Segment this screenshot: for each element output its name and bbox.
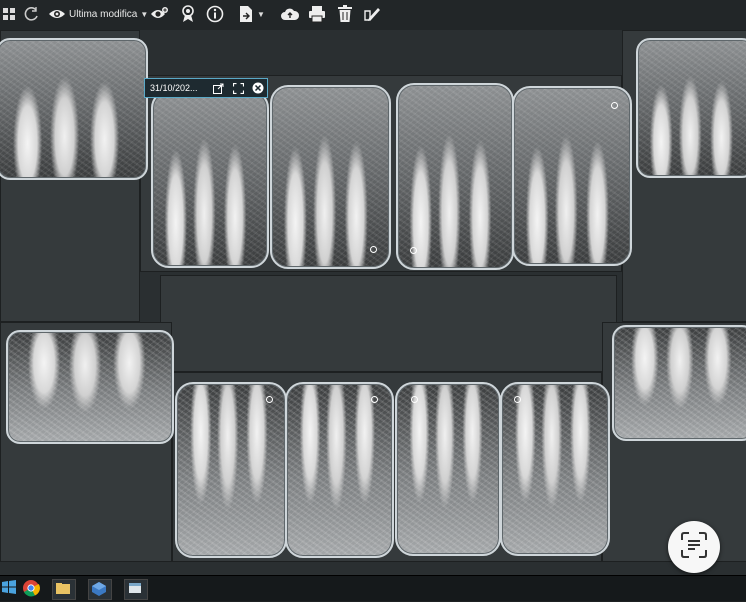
export-chevron-icon[interactable]: ▼ [257,10,265,19]
main-toolbar: Ultima modifica ▼ ▼ [0,0,746,31]
award-icon[interactable] [180,3,196,25]
image-date: 31/10/202... [150,83,198,93]
chevron-down-icon: ▼ [140,9,149,19]
xray-upper-2[interactable] [270,85,391,269]
xray-upper-right-molars[interactable] [0,38,148,180]
xray-upper-left-molars[interactable] [636,38,746,178]
xray-lower-left-molars[interactable] [612,325,746,441]
close-icon[interactable] [251,81,265,95]
sort-dropdown[interactable]: Ultima modifica ▼ [48,3,148,25]
selected-image-toolbar: 31/10/202... [144,78,268,98]
xray-lower-2[interactable] [285,382,394,558]
print-icon[interactable] [308,3,326,25]
xray-lower-1[interactable] [175,382,287,558]
orientation-dot [514,396,521,403]
back-icon[interactable] [24,3,40,25]
export-icon[interactable]: ▼ [238,3,265,25]
app-icon[interactable] [124,579,148,600]
windows-start-icon[interactable] [2,579,24,598]
xray-upper-1[interactable] [151,90,269,268]
orientation-dot [266,396,273,403]
windows-start-icon[interactable] [2,3,16,25]
orientation-dot [611,102,618,109]
text-scan-icon [680,531,708,564]
cloud-upload-icon[interactable] [280,3,300,25]
xray-lower-4[interactable] [500,382,610,556]
sort-label: Ultima modifica [69,8,138,20]
fullscreen-icon[interactable] [231,81,245,95]
virtualbox-icon[interactable] [88,579,112,600]
xray-lower-right-molars[interactable] [6,330,174,444]
file-explorer-icon[interactable] [52,579,76,600]
orientation-dot [370,246,377,253]
gallery-slot [160,275,617,372]
eye-icon [48,7,66,21]
open-external-icon[interactable] [211,81,225,95]
xray-upper-4[interactable] [512,86,632,266]
image-gallery [0,30,746,575]
text-scan-button[interactable] [668,521,720,573]
orientation-dot [410,247,417,254]
chrome-icon[interactable] [22,579,44,598]
xray-upper-3[interactable] [396,83,514,270]
edit-image-icon[interactable] [364,3,382,25]
info-icon[interactable] [206,3,224,25]
orientation-dot [371,396,378,403]
taskbar [0,575,746,601]
xray-lower-3[interactable] [395,382,501,556]
eye-add-icon[interactable] [150,3,170,25]
orientation-dot [411,396,418,403]
trash-icon[interactable] [337,3,353,25]
